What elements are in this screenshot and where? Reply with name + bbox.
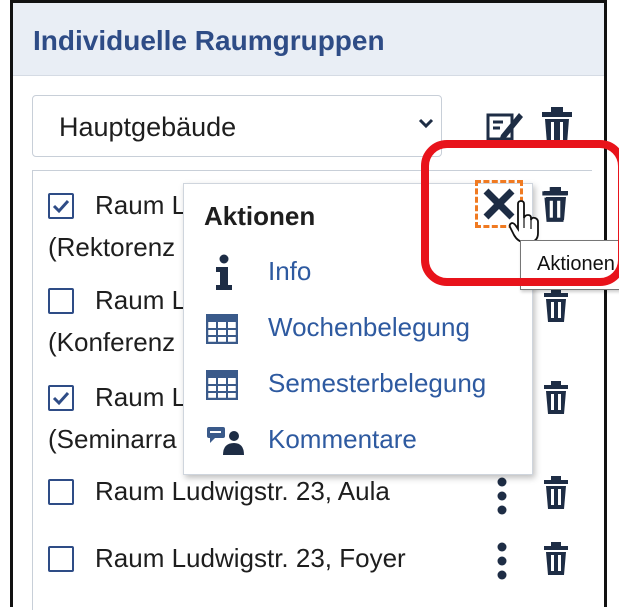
room-name: Raum L (95, 285, 187, 315)
more-vertical-icon[interactable] (494, 476, 510, 518)
checkmark-icon (52, 199, 70, 214)
menu-item-label: Semesterbelegung (268, 368, 487, 398)
trash-icon[interactable] (542, 380, 570, 416)
panel-title: Individuelle Raumgruppen (33, 25, 385, 56)
room-checkbox[interactable] (48, 288, 74, 314)
room-name-detail: (Konferenz (48, 327, 176, 357)
menu-item-label: Info (268, 256, 312, 286)
highlight-annotation (421, 140, 619, 286)
more-vertical-icon[interactable] (494, 541, 510, 583)
chevron-down-icon (418, 118, 434, 129)
room-checkbox[interactable] (48, 546, 74, 572)
room-name: Raum L (95, 190, 187, 220)
trash-icon[interactable] (542, 288, 570, 324)
room-checkbox[interactable] (48, 385, 74, 411)
menu-item-label: Kommentare (268, 424, 417, 454)
menu-item-kommentare[interactable]: Kommentare (204, 418, 524, 462)
room-name: Raum Ludwigstr. 23, Foyer (95, 543, 406, 573)
room-checkbox[interactable] (48, 479, 74, 505)
calendar-icon (206, 370, 238, 400)
menu-item-label: Wochenbelegung (268, 312, 470, 342)
room-name: Raum Ludwigstr. 23, Aula (95, 476, 390, 506)
room-name: Raum L (95, 382, 187, 412)
room-name-detail: (Rektorenz (48, 232, 176, 262)
menu-item-semesterbelegung[interactable]: Semesterbelegung (204, 362, 524, 406)
room-group-select-value: Hauptgebäude (59, 112, 237, 142)
panel-header: Individuelle Raumgruppen (13, 3, 604, 76)
room-name-detail: (Seminarra (48, 424, 177, 454)
checkmark-icon (52, 391, 70, 406)
trash-icon[interactable] (542, 541, 570, 577)
room-group-select[interactable]: Hauptgebäude (32, 95, 442, 157)
info-icon (216, 254, 232, 290)
calendar-icon (206, 314, 238, 344)
comments-icon (207, 427, 244, 455)
room-checkbox[interactable] (48, 193, 74, 219)
trash-icon[interactable] (542, 475, 570, 511)
actions-menu-title: Aktionen (204, 201, 316, 231)
menu-item-wochenbelegung[interactable]: Wochenbelegung (204, 306, 524, 350)
